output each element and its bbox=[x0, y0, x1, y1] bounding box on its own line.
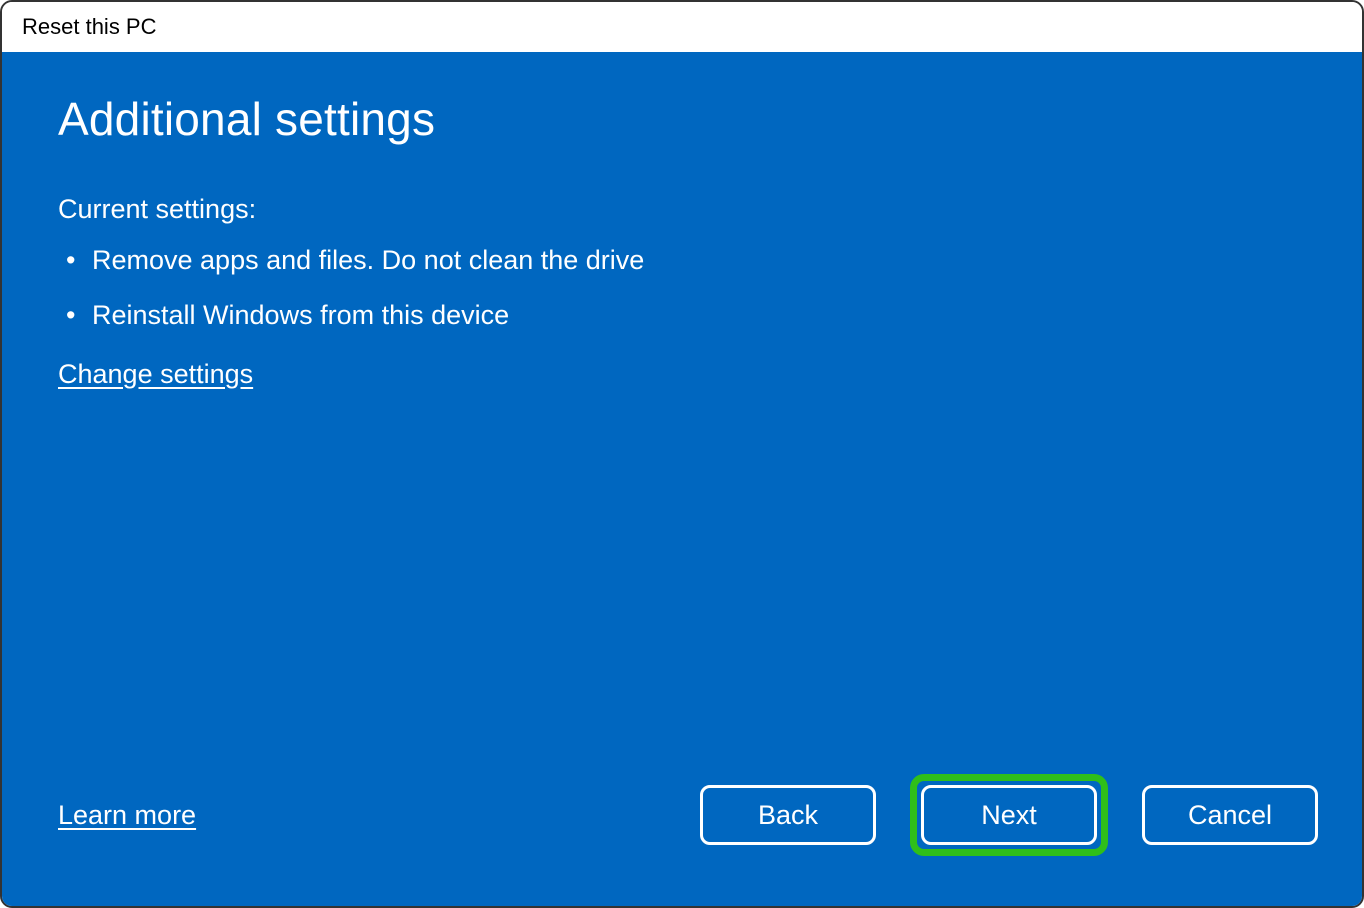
cancel-button[interactable]: Cancel bbox=[1142, 785, 1318, 845]
footer: Learn more Back Next Cancel bbox=[58, 774, 1318, 856]
settings-item: Reinstall Windows from this device bbox=[64, 300, 1306, 331]
page-heading: Additional settings bbox=[58, 92, 1306, 146]
window-titlebar: Reset this PC bbox=[2, 2, 1362, 52]
button-row: Back Next Cancel bbox=[700, 774, 1318, 856]
window-title: Reset this PC bbox=[22, 14, 157, 39]
settings-list: Remove apps and files. Do not clean the … bbox=[64, 245, 1306, 355]
settings-item: Remove apps and files. Do not clean the … bbox=[64, 245, 1306, 276]
reset-pc-window: Reset this PC Additional settings Curren… bbox=[0, 0, 1364, 908]
next-button[interactable]: Next bbox=[921, 785, 1097, 845]
back-button[interactable]: Back bbox=[700, 785, 876, 845]
change-settings-link[interactable]: Change settings bbox=[58, 359, 1306, 390]
next-button-highlight: Next bbox=[910, 774, 1108, 856]
content-area: Additional settings Current settings: Re… bbox=[2, 52, 1362, 906]
learn-more-link[interactable]: Learn more bbox=[58, 800, 196, 831]
current-settings-label: Current settings: bbox=[58, 194, 1306, 225]
